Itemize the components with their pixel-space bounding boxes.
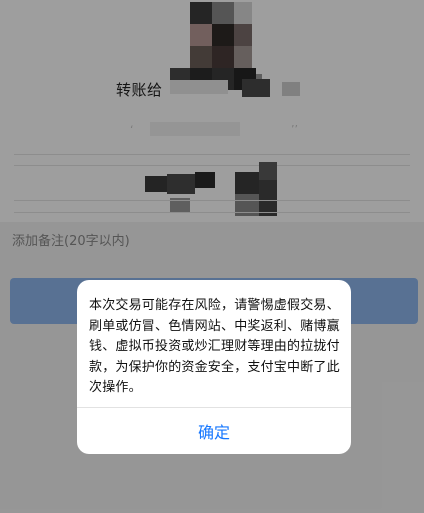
ok-button[interactable]: 确定 — [77, 408, 351, 454]
risk-alert-message: 本次交易可能存在风险，请警惕虚假交易、刷单或仿冒、色情网站、中奖返利、赌博赢钱、… — [89, 298, 340, 395]
risk-alert-dialog: 本次交易可能存在风险，请警惕虚假交易、刷单或仿冒、色情网站、中奖返利、赌博赢钱、… — [77, 280, 351, 454]
